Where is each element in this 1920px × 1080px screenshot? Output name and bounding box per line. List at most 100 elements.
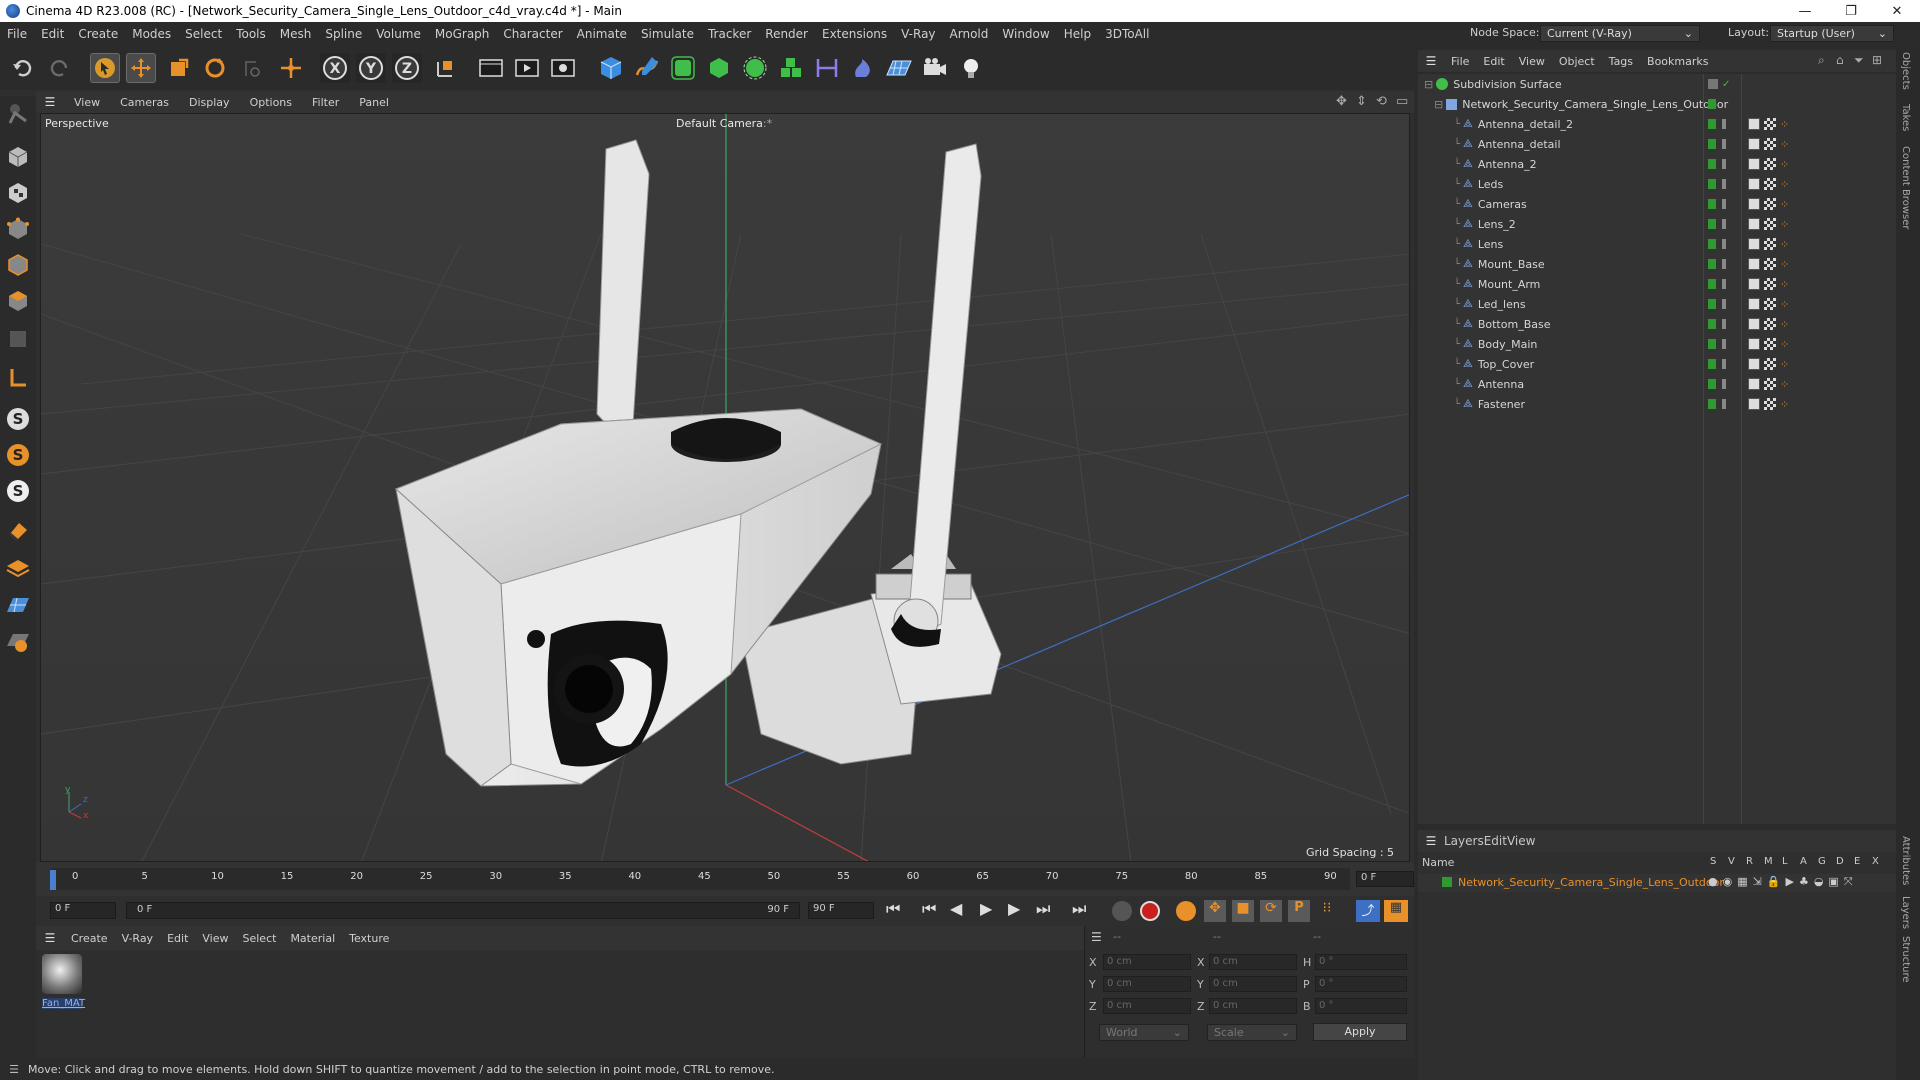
coordinate-mode-select[interactable]: World ⌄ bbox=[1099, 1024, 1189, 1041]
layer-flag-header[interactable]: L bbox=[1782, 856, 1788, 867]
visibility-dots[interactable] bbox=[1722, 139, 1726, 149]
material-tag-icon[interactable] bbox=[1748, 278, 1760, 290]
workplane-icon[interactable] bbox=[3, 362, 33, 392]
material-menu-vray[interactable]: V-Ray bbox=[115, 932, 161, 945]
magnet-tool-icon[interactable] bbox=[3, 516, 33, 546]
object-row-group[interactable]: ⊟ Network_Security_Camera_Single_Lens_Ou… bbox=[1418, 94, 1896, 114]
object-row[interactable]: └ ⟁ Lens ⁘ bbox=[1418, 234, 1896, 254]
subdivision-surface-icon[interactable] bbox=[668, 53, 698, 83]
menu-modes[interactable]: Modes bbox=[125, 27, 178, 41]
material-menu-select[interactable]: Select bbox=[236, 932, 284, 945]
vray-tag-icon[interactable]: ⁘ bbox=[1780, 118, 1789, 131]
quantize-icon[interactable]: S bbox=[3, 476, 33, 506]
search-icon[interactable]: ⌕ bbox=[1818, 53, 1825, 68]
coord-rot-p-field[interactable]: 0 ° bbox=[1315, 976, 1407, 992]
menu-mograph[interactable]: MoGraph bbox=[428, 27, 497, 41]
visibility-dots[interactable] bbox=[1722, 199, 1726, 209]
render-settings-icon[interactable] bbox=[548, 53, 578, 83]
play-icon[interactable]: ▶ bbox=[980, 899, 992, 918]
layer-color-swatch[interactable] bbox=[1442, 877, 1452, 887]
visibility-toggle[interactable] bbox=[1708, 79, 1718, 89]
coord-rot-h-field[interactable]: 0 ° bbox=[1315, 954, 1407, 970]
filter-icon[interactable]: ⏷ bbox=[1854, 53, 1864, 68]
uvw-tag-icon[interactable] bbox=[1764, 258, 1776, 270]
hamburger-icon[interactable]: ☰ bbox=[36, 95, 64, 109]
menu-window[interactable]: Window bbox=[995, 27, 1056, 41]
key-scale-icon[interactable]: ■ bbox=[1232, 900, 1254, 922]
uvw-tag-icon[interactable] bbox=[1764, 158, 1776, 170]
vray-tag-icon[interactable]: ⁘ bbox=[1780, 318, 1789, 331]
timeline-ruler[interactable]: 0 5 10 15 20 25 30 35 40 45 50 55 60 65 70 75 80 85 90 0 F bbox=[36, 862, 1414, 896]
snap-icon[interactable]: S bbox=[3, 404, 33, 434]
objects-menu-file[interactable]: File bbox=[1444, 55, 1476, 68]
material-tag-icon[interactable] bbox=[1748, 158, 1760, 170]
vray-tag-icon[interactable]: ⁘ bbox=[1780, 178, 1789, 191]
visibility-dots[interactable] bbox=[1722, 359, 1726, 369]
vray-tag-icon[interactable]: ⁘ bbox=[1780, 358, 1789, 371]
object-row[interactable]: └ ⟁ Antenna ⁘ bbox=[1418, 374, 1896, 394]
coord-pos-y-field[interactable]: 0 cm bbox=[1103, 976, 1191, 992]
material-tag-icon[interactable] bbox=[1748, 138, 1760, 150]
layer-row[interactable]: Network_Security_Camera_Single_Lens_Outd… bbox=[1418, 874, 1896, 892]
vray-tag-icon[interactable]: ⁘ bbox=[1780, 298, 1789, 311]
menu-volume[interactable]: Volume bbox=[369, 27, 428, 41]
tab-content-browser[interactable]: Content Browser bbox=[1900, 146, 1911, 229]
menu-render[interactable]: Render bbox=[758, 27, 815, 41]
collapse-icon[interactable]: ⊟ bbox=[1434, 98, 1443, 111]
uvw-tag-icon[interactable] bbox=[1764, 358, 1776, 370]
visibility-dots[interactable] bbox=[1722, 319, 1726, 329]
key-rotation-icon[interactable]: ⟳ bbox=[1260, 900, 1282, 922]
rotate-tool-icon[interactable] bbox=[200, 53, 230, 83]
material-tag-icon[interactable] bbox=[1748, 378, 1760, 390]
camera-object-icon[interactable] bbox=[920, 53, 950, 83]
layer-flag-icons[interactable]: ●◉▦⇲🔒▶♣◒▣⤧ bbox=[1708, 875, 1858, 889]
vray-tag-icon[interactable]: ⁘ bbox=[1780, 218, 1789, 231]
object-row[interactable]: └ ⟁ Fastener ⁘ bbox=[1418, 394, 1896, 414]
key-parameter-icon[interactable]: P bbox=[1288, 900, 1310, 922]
material-menu-material[interactable]: Material bbox=[283, 932, 342, 945]
new-window-icon[interactable]: ⊞ bbox=[1872, 53, 1882, 67]
cloner-icon[interactable] bbox=[740, 53, 770, 83]
uvw-tag-icon[interactable] bbox=[1764, 198, 1776, 210]
material-tag-icon[interactable] bbox=[1748, 298, 1760, 310]
objects-menu-tags[interactable]: Tags bbox=[1602, 55, 1640, 68]
object-row[interactable]: └ ⟁ Antenna_detail ⁘ bbox=[1418, 134, 1896, 154]
object-row-subdivision[interactable]: ⊟ Subdivision Surface ✓ bbox=[1418, 74, 1896, 94]
uvw-tag-icon[interactable] bbox=[1764, 138, 1776, 150]
deformer-icon[interactable] bbox=[848, 53, 878, 83]
layer-flag-header[interactable]: G bbox=[1818, 856, 1826, 867]
previous-keyframe-icon[interactable]: ⏮ bbox=[922, 899, 936, 919]
material-swatch[interactable]: Fan_MAT bbox=[42, 954, 85, 1016]
vray-tag-icon[interactable]: ⁘ bbox=[1780, 198, 1789, 211]
menu-extensions[interactable]: Extensions bbox=[815, 27, 894, 41]
vray-tag-icon[interactable]: ⁘ bbox=[1780, 238, 1789, 251]
grid-snap-icon[interactable] bbox=[3, 590, 33, 620]
object-row[interactable]: └ ⟁ Leds ⁘ bbox=[1418, 174, 1896, 194]
visibility-dots[interactable] bbox=[1722, 239, 1726, 249]
menu-create[interactable]: Create bbox=[71, 27, 125, 41]
size-mode-select[interactable]: Scale ⌄ bbox=[1207, 1024, 1297, 1041]
uvw-tag-icon[interactable] bbox=[1764, 318, 1776, 330]
material-menu-create[interactable]: Create bbox=[64, 932, 115, 945]
viewport-menu-filter[interactable]: Filter bbox=[302, 96, 349, 109]
hamburger-icon[interactable]: ☰ bbox=[1418, 54, 1444, 68]
visibility-dots[interactable] bbox=[1722, 379, 1726, 389]
material-tag-icon[interactable] bbox=[1748, 338, 1760, 350]
material-tag-icon[interactable] bbox=[1748, 258, 1760, 270]
viewport-menu-display[interactable]: Display bbox=[179, 96, 240, 109]
visibility-dots[interactable] bbox=[1722, 399, 1726, 409]
tab-layers[interactable]: Layers bbox=[1900, 896, 1911, 929]
home-icon[interactable]: ⌂ bbox=[1836, 53, 1844, 67]
menu-help[interactable]: Help bbox=[1057, 27, 1098, 41]
redo-icon[interactable] bbox=[44, 53, 74, 83]
layer-flag-header[interactable]: S bbox=[1710, 856, 1716, 867]
uvw-tag-icon[interactable] bbox=[1764, 298, 1776, 310]
objects-menu-edit[interactable]: Edit bbox=[1476, 55, 1511, 68]
viewport-menu-cameras[interactable]: Cameras bbox=[110, 96, 179, 109]
menu-3dtoall[interactable]: 3DToAll bbox=[1098, 27, 1156, 41]
z-axis-lock-icon[interactable]: Z bbox=[392, 53, 422, 83]
layer-flag-header[interactable]: M bbox=[1764, 856, 1773, 867]
node-space-select[interactable]: Current (V-Ray) ⌄ bbox=[1540, 25, 1700, 42]
coord-size-x-field[interactable]: 0 cm bbox=[1209, 954, 1297, 970]
visibility-dots[interactable] bbox=[1722, 179, 1726, 189]
